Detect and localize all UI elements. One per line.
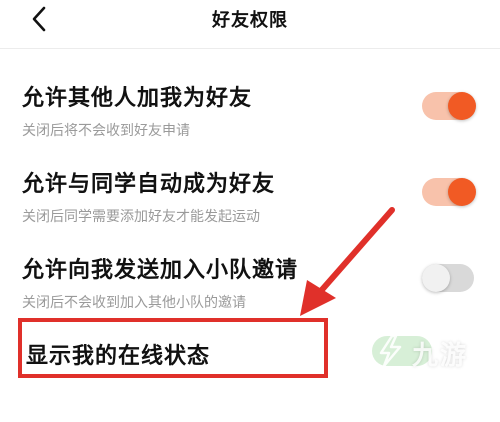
setting-title: 允许其他人加我为好友 [22, 86, 253, 111]
setting-subtitle: 关闭后不会收到加入其他小队的邀请 [22, 295, 246, 311]
page-title: 好友权限 [212, 10, 288, 31]
toggle-online-status[interactable] [372, 336, 432, 366]
toggle-knob [448, 92, 476, 120]
toggle-team-invite[interactable] [422, 264, 474, 292]
setting-title: 允许与同学自动成为好友 [22, 172, 276, 197]
annotation-highlight-box [18, 318, 328, 378]
setting-subtitle: 关闭后将不会收到好友申请 [22, 123, 190, 139]
toggle-allow-add-friend[interactable] [422, 92, 476, 120]
setting-row-auto-classmate-friend: 允许与同学自动成为好友 关闭后同学需要添加好友才能发起运动 [0, 166, 500, 250]
toggle-knob [422, 264, 450, 292]
nav-bar: 好友权限 [0, 0, 500, 49]
setting-title: 允许向我发送加入小队邀请 [22, 258, 299, 283]
setting-subtitle: 关闭后同学需要添加好友才能发起运动 [22, 209, 260, 225]
toggle-knob [448, 178, 476, 206]
toggle-auto-classmate-friend[interactable] [422, 178, 476, 206]
setting-row-allow-add-friend: 允许其他人加我为好友 关闭后将不会收到好友申请 [0, 80, 500, 164]
